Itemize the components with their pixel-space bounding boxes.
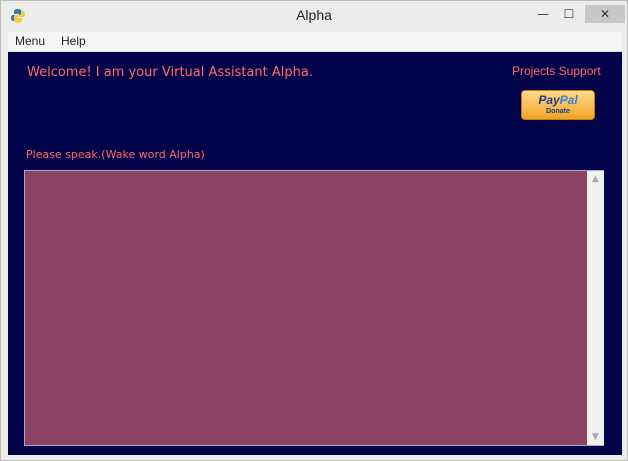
paypal-logo-pay: Pay [538,93,560,107]
close-button[interactable]: ✕ [585,5,625,23]
vertical-scrollbar[interactable]: ▲ ▼ [587,171,604,445]
title-bar[interactable]: Alpha — ☐ ✕ [1,1,627,31]
welcome-label: Welcome! I am your Virtual Assistant Alp… [27,65,313,80]
speak-prompt-label: Please speak.(Wake word Alpha) [26,148,205,161]
maximize-button[interactable]: ☐ [557,5,581,23]
output-textarea[interactable] [24,170,604,446]
main-panel: Welcome! I am your Virtual Assistant Alp… [8,52,622,455]
projects-support-label: Projects Support [512,64,601,78]
menu-bar: Menu Help [8,32,622,52]
app-window: Alpha — ☐ ✕ Menu Help Welcome! I am your… [0,0,628,461]
menu-item-help[interactable]: Help [61,34,86,48]
donate-label: Donate [546,108,570,115]
scroll-down-arrow-icon[interactable]: ▼ [587,429,604,445]
minimize-button[interactable]: — [531,5,555,23]
menu-item-menu[interactable]: Menu [15,34,45,48]
paypal-logo: PayPal [522,93,594,107]
scroll-up-arrow-icon[interactable]: ▲ [587,171,604,187]
paypal-logo-pal: Pal [559,93,578,107]
paypal-donate-button[interactable]: PayPal Donate [521,90,595,120]
